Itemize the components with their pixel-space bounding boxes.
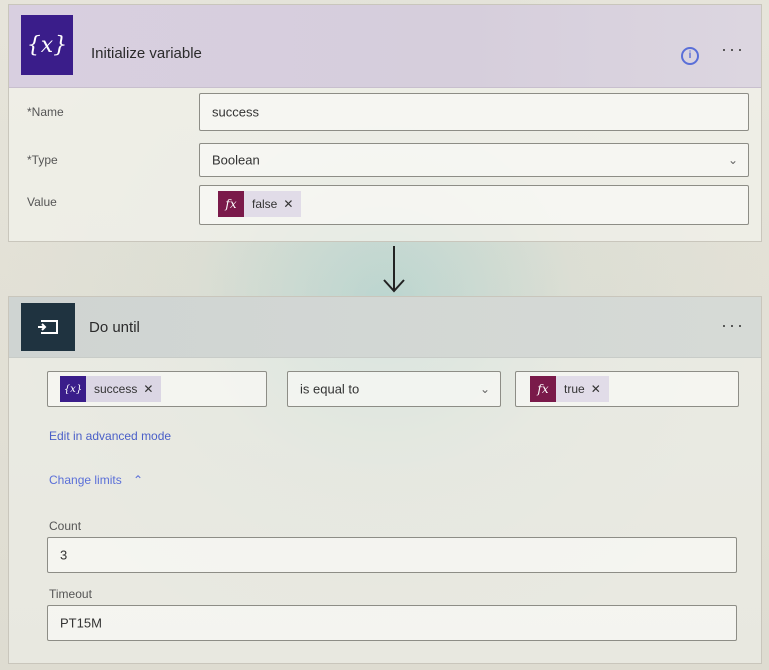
card-title: Do until — [89, 319, 140, 336]
info-icon[interactable]: i — [681, 47, 699, 65]
value-label: Value — [27, 195, 57, 209]
value-token[interactable]: fx false ✕ — [218, 191, 302, 217]
type-label: *Type — [27, 153, 58, 167]
condition-left-text: success — [94, 382, 138, 396]
operator-value: is equal to — [300, 381, 360, 397]
name-value: success — [212, 104, 259, 120]
condition-right-text: true — [564, 382, 585, 396]
card-title: Initialize variable — [91, 45, 202, 62]
timeout-value: PT15M — [60, 615, 102, 631]
name-label: *Name — [27, 105, 64, 119]
type-value: Boolean — [212, 152, 260, 168]
edit-advanced-mode-link[interactable]: Edit in advanced mode — [49, 429, 171, 443]
chevron-down-icon: ⌄ — [727, 153, 738, 167]
change-limits-label: Change limits — [49, 473, 122, 487]
chevron-down-icon: ⌄ — [479, 382, 490, 396]
remove-token-icon[interactable]: ✕ — [143, 382, 153, 396]
count-value: 3 — [60, 547, 68, 563]
condition-right-token[interactable]: fx true ✕ — [530, 376, 609, 402]
initialize-variable-card: {x} Initialize variable i ··· *Name succ… — [8, 4, 762, 242]
condition-left-token[interactable]: {x} success ✕ — [60, 376, 162, 402]
more-options-icon[interactable]: ··· — [721, 315, 745, 336]
operator-select[interactable]: is equal to ⌄ — [287, 371, 501, 407]
fx-icon: fx — [530, 376, 556, 402]
type-select[interactable]: Boolean ⌄ — [199, 143, 749, 177]
loop-icon — [21, 303, 75, 351]
do-until-header[interactable]: Do until ··· — [9, 297, 761, 358]
value-input[interactable]: fx false ✕ — [199, 185, 749, 225]
change-limits-toggle[interactable]: Change limits ⌃ — [49, 473, 143, 487]
timeout-input[interactable]: PT15M — [47, 605, 737, 641]
initialize-variable-header[interactable]: {x} Initialize variable i ··· — [9, 5, 761, 88]
do-until-card: Do until ··· {x} success ✕ is equal to ⌄… — [8, 296, 762, 664]
fx-icon: fx — [218, 191, 244, 217]
count-input[interactable]: 3 — [47, 537, 737, 573]
variable-icon: {x} — [60, 376, 86, 402]
value-token-text: false — [252, 197, 278, 211]
remove-token-icon[interactable]: ✕ — [283, 197, 293, 211]
more-options-icon[interactable]: ··· — [721, 39, 745, 60]
condition-left-input[interactable]: {x} success ✕ — [47, 371, 267, 407]
name-input[interactable]: success — [199, 93, 749, 131]
count-label: Count — [49, 519, 82, 533]
arrow-down-icon — [383, 246, 405, 293]
condition-right-input[interactable]: fx true ✕ — [515, 371, 739, 407]
remove-token-icon[interactable]: ✕ — [591, 382, 601, 396]
variable-icon: {x} — [21, 15, 73, 75]
chevron-up-icon: ⌃ — [133, 473, 144, 487]
timeout-label: Timeout — [49, 587, 92, 601]
